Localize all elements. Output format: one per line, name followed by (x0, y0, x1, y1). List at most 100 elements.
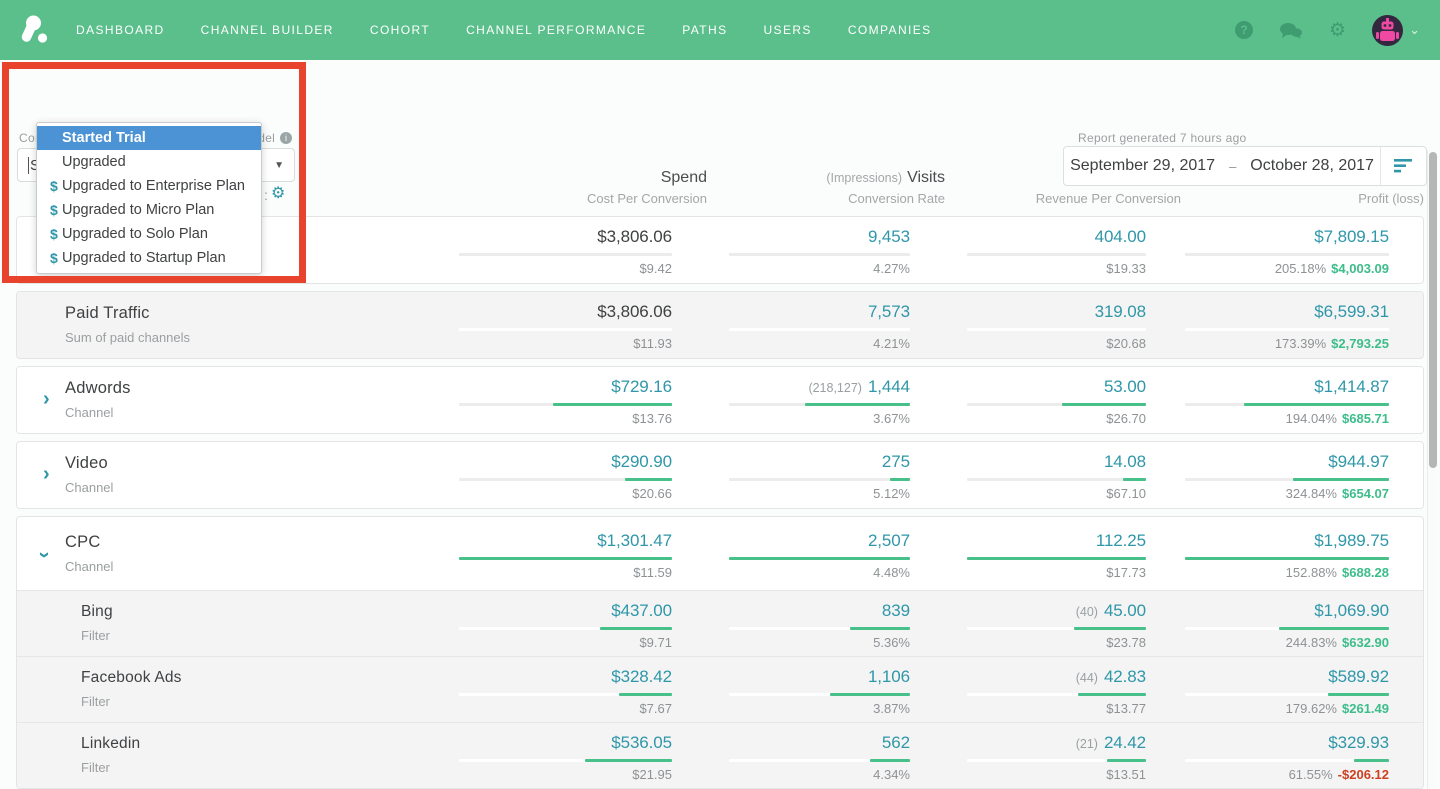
report-generated-label: Report generated 7 hours ago (1078, 131, 1247, 145)
cell-sub-line: $13.51 (910, 767, 1146, 782)
chevron-down-icon[interactable]: › (34, 552, 54, 559)
cell-spend: $3,806.06$11.93 (392, 292, 672, 358)
cell-conversions: 319.08$20.68 (910, 292, 1146, 358)
cell-main-value: $1,301.47 (597, 531, 672, 551)
table-row-linkedin[interactable]: LinkedinFilter$536.05$21.955624.34%(21)2… (17, 722, 1423, 788)
row-card-cpc: ›CPCChannel$1,301.47$11.592,5074.48%112.… (16, 516, 1424, 789)
scrollbar-thumb[interactable] (1429, 152, 1437, 468)
cell-visits: 9,4534.27% (672, 217, 910, 283)
row-subtitle: Channel (65, 405, 392, 420)
cell-main-value: 275 (882, 452, 910, 472)
cell-percent-value: 324.84% (1286, 486, 1337, 501)
column-header-spend[interactable]: SpendCost Per Conversion (427, 169, 707, 206)
cell-main-value: 42.83 (1104, 667, 1146, 687)
column-header-visits[interactable]: (Impressions)VisitsConversion Rate (707, 169, 945, 206)
nav-item-channel-builder[interactable]: CHANNEL BUILDER (201, 23, 334, 37)
nav-item-cohort[interactable]: COHORT (370, 23, 430, 37)
table-row-video[interactable]: ›VideoChannel$290.90$20.662755.12%14.08$… (17, 442, 1423, 508)
menu-item-label: Upgraded (62, 154, 126, 170)
cell-main-value: $7,809.15 (1314, 227, 1389, 247)
chat-icon[interactable] (1279, 22, 1303, 39)
table-row-facebook-ads[interactable]: Facebook AdsFilter$328.42$7.671,1063.87%… (17, 656, 1423, 722)
cell-main-line: (218,127)1,444 (672, 377, 910, 398)
cell-spend: $328.42$7.67 (392, 657, 672, 722)
cell-main-line: $536.05 (392, 733, 672, 754)
cell-profit-value: $632.90 (1342, 635, 1389, 650)
cell-main-line: 1,106 (672, 667, 910, 688)
sort-filter-button[interactable] (1380, 147, 1426, 185)
menu-item-started-trial[interactable]: Started Trial (37, 126, 261, 150)
cell-main-line: $328.42 (392, 667, 672, 688)
app-logo[interactable] (20, 14, 50, 46)
cell-visits: 7,5734.21% (672, 292, 910, 358)
cell-main-line: 319.08 (910, 302, 1146, 323)
menu-item-upgraded-to-micro-plan[interactable]: $Upgraded to Micro Plan (37, 198, 261, 222)
cell-main-value: $1,414.87 (1314, 377, 1389, 397)
table-row-bing[interactable]: BingFilter$437.00$9.718395.36%(40)45.00$… (17, 590, 1423, 656)
table-row-cpc[interactable]: ›CPCChannel$1,301.47$11.592,5074.48%112.… (17, 517, 1423, 590)
cell-bar-track (1185, 328, 1389, 331)
menu-item-upgraded-to-solo-plan[interactable]: $Upgraded to Solo Plan (37, 222, 261, 246)
cell-sub-line: 244.83%$632.90 (1146, 635, 1389, 650)
cell-bar-track (967, 253, 1146, 256)
cell-main-line: 275 (672, 452, 910, 473)
cell-bar-track (729, 403, 910, 406)
nav-item-paths[interactable]: PATHS (682, 23, 727, 37)
menu-item-upgraded-to-startup-plan[interactable]: $Upgraded to Startup Plan (37, 246, 261, 270)
cell-main-value: $589.92 (1328, 667, 1389, 687)
cell-sub-line: 5.12% (672, 486, 910, 501)
cell-main-line: 2,507 (672, 531, 910, 552)
cell-sub-line: $23.78 (910, 635, 1146, 650)
menu-item-upgraded-to-enterprise-plan[interactable]: $Upgraded to Enterprise Plan (37, 174, 261, 198)
sort-icon (1394, 159, 1414, 173)
cell-conversions: 14.08$67.10 (910, 442, 1146, 508)
cell-bar-fill (600, 627, 672, 630)
cell-sub-line: $9.71 (392, 635, 672, 650)
cell-main-line: $944.97 (1146, 452, 1389, 473)
cell-main-value: $328.42 (611, 667, 672, 687)
table-row-adwords[interactable]: ›AdwordsChannel$729.16$13.76(218,127)1,4… (17, 367, 1423, 433)
menu-item-upgraded[interactable]: Upgraded (37, 150, 261, 174)
cell-paren-value: (21) (1076, 737, 1098, 751)
table-row-paid-traffic[interactable]: Paid TrafficSum of paid channels$3,806.0… (17, 292, 1423, 358)
menu-item-label: Upgraded to Enterprise Plan (62, 178, 245, 194)
cell-bar-fill (890, 478, 910, 481)
row-title: Facebook Ads (81, 669, 392, 687)
text-cursor (28, 157, 29, 174)
nav-item-dashboard[interactable]: DASHBOARD (76, 23, 165, 37)
chevron-down-icon: ⌄ (1409, 22, 1420, 38)
nav-item-companies[interactable]: COMPANIES (848, 23, 932, 37)
cell-revenue: $7,809.15205.18%$4,003.09 (1146, 217, 1389, 283)
cell-main-line: $329.93 (1146, 733, 1389, 754)
date-range-picker[interactable]: September 29, 2017 – October 28, 2017 (1063, 146, 1427, 186)
cell-bar-track (1185, 693, 1389, 696)
cell-bar-fill (805, 403, 910, 406)
cell-main-line: 53.00 (910, 377, 1146, 398)
date-separator: – (1229, 159, 1236, 174)
nav-items: DASHBOARD CHANNEL BUILDER COHORT CHANNEL PE… (76, 23, 968, 37)
row-subtitle: Filter (81, 760, 392, 775)
cell-revenue: $329.9361.55%-$206.12 (1146, 723, 1389, 788)
cell-main-value: 24.42 (1104, 733, 1146, 753)
cell-spend: $3,806.06$9.42 (392, 217, 672, 283)
info-icon[interactable]: i (280, 132, 292, 144)
cell-percent-value: 173.39% (1275, 336, 1326, 351)
cell-spend: $290.90$20.66 (392, 442, 672, 508)
user-menu[interactable]: ⌄ (1372, 15, 1420, 46)
cell-bar-fill (625, 478, 672, 481)
nav-item-channel-performance[interactable]: CHANNEL PERFORMANCE (466, 23, 646, 37)
cell-main-value: 319.08 (1095, 302, 1146, 322)
gear-icon[interactable]: ⚙ (1329, 21, 1346, 40)
cell-main-line: 839 (672, 601, 910, 622)
column-header-title: Visits (907, 169, 945, 186)
cell-bar-track (1185, 759, 1389, 762)
chevron-right-icon[interactable]: › (43, 464, 50, 484)
settings-gear-icon[interactable]: ⚙ (271, 186, 285, 202)
cell-main-line: $3,806.06 (392, 302, 672, 323)
chevron-right-icon[interactable]: › (43, 389, 50, 409)
nav-item-users[interactable]: USERS (763, 23, 811, 37)
help-icon[interactable]: ? (1235, 21, 1253, 39)
cell-profit-value: $688.28 (1342, 565, 1389, 580)
cell-sub-line: $26.70 (910, 411, 1146, 426)
cell-main-value: 112.25 (1096, 531, 1146, 551)
